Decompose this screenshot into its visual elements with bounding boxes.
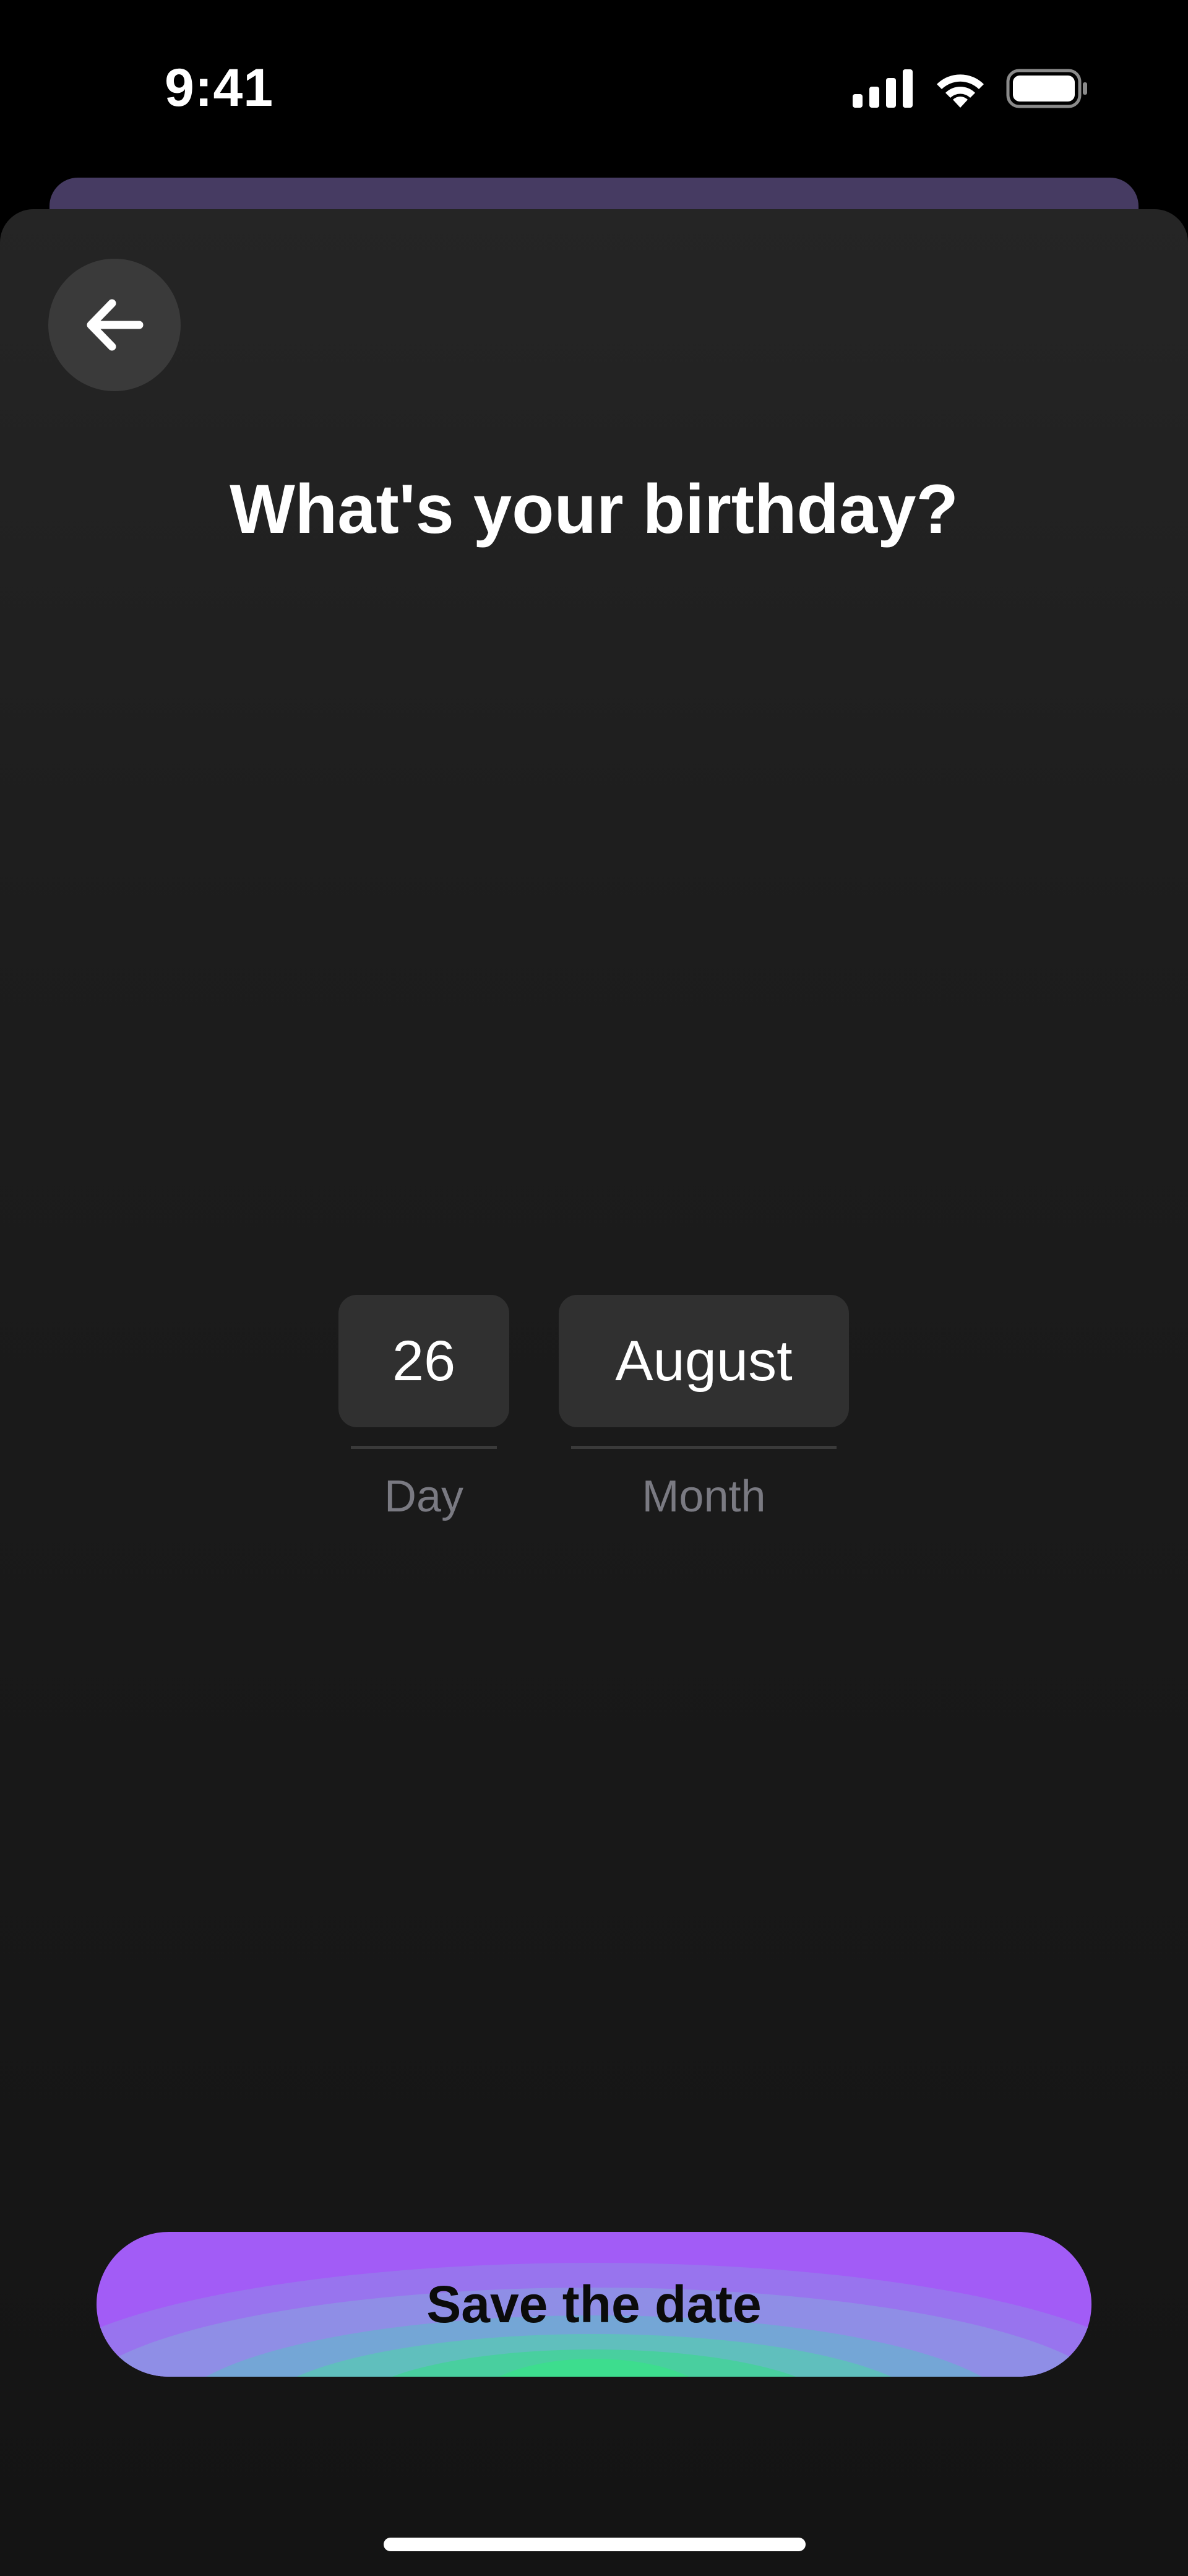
page-title: What's your birthday? [230,470,958,548]
day-underline [351,1446,497,1449]
wifi-icon [937,74,984,108]
status-icons [853,67,1089,110]
month-picker[interactable]: August [559,1295,849,1427]
month-underline [571,1446,837,1449]
save-button-label: Save the date [426,2275,762,2333]
home-indicator [384,2538,806,2551]
arrow-left-icon [87,299,144,351]
battery-icon [1006,69,1087,108]
back-button[interactable] [48,259,181,391]
day-picker[interactable]: 26 [338,1295,509,1427]
status-bar: 9:41 [0,0,1188,176]
save-the-date-button[interactable]: Save the date [97,2232,1091,2377]
status-time: 9:41 [165,58,274,118]
month-label: Month [642,1472,766,1521]
signal-icon [853,69,913,108]
day-label: Day [384,1472,464,1521]
